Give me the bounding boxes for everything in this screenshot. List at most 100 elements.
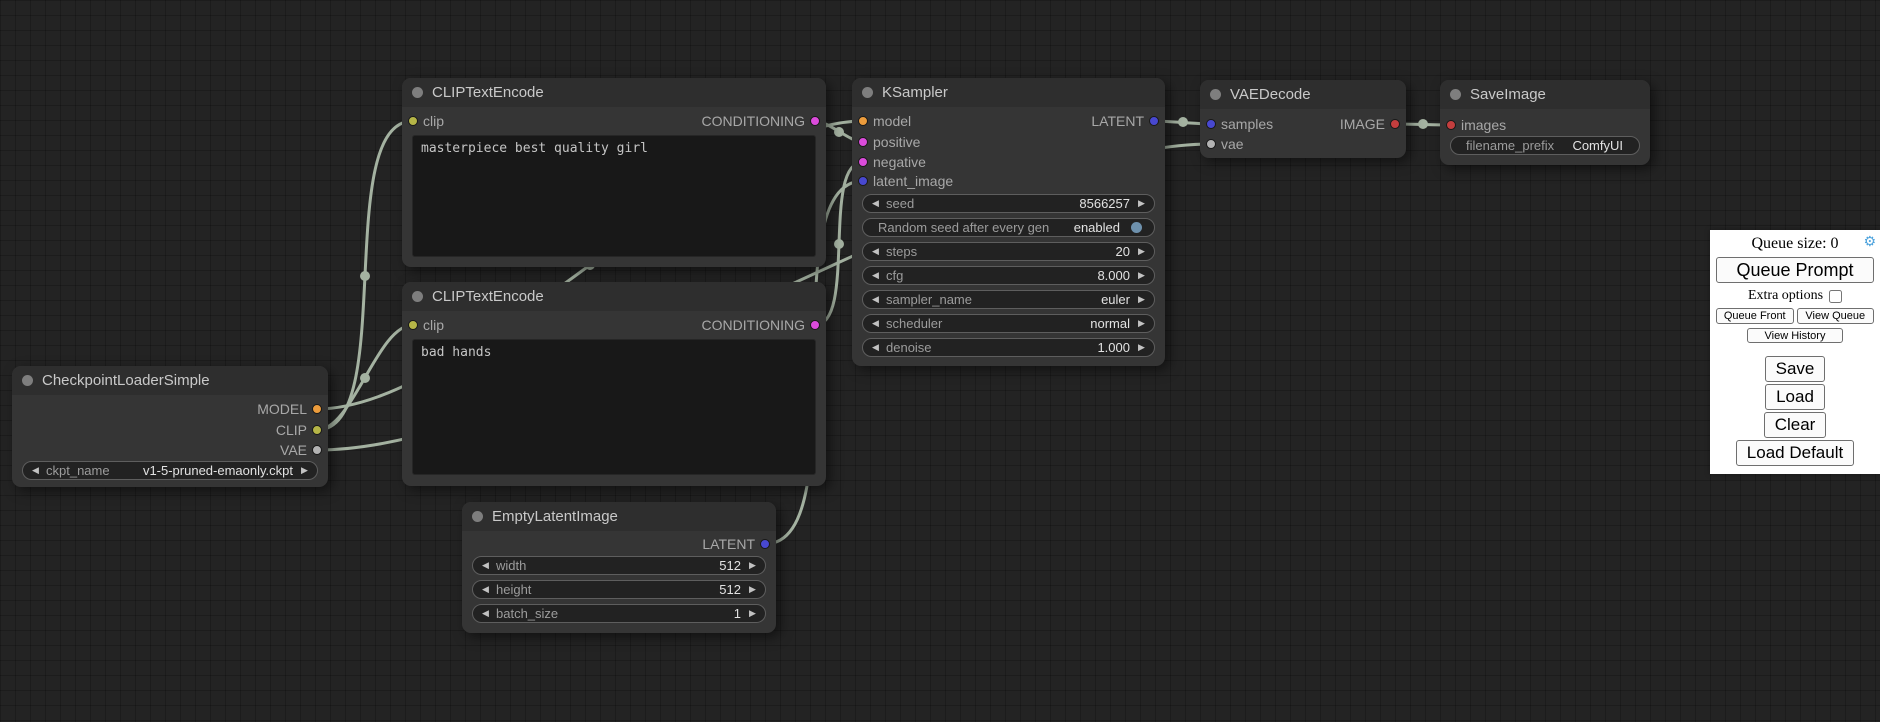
node-empty-latent-image[interactable]: EmptyLatentImage LATENT ◀ width 512 ▶ ◀ … (462, 502, 776, 633)
slot-label: LATENT (702, 536, 755, 552)
increment-arrow-icon[interactable]: ▶ (745, 608, 760, 619)
width-widget[interactable]: ◀ width 512 ▶ (472, 556, 766, 575)
model-input-dot[interactable] (858, 116, 868, 126)
widget-label: scheduler (883, 316, 942, 331)
node-title-bar[interactable]: CLIPTextEncode (402, 282, 826, 311)
node-title-bar[interactable]: SaveImage (1440, 80, 1650, 109)
slot-label: VAE (280, 442, 307, 458)
increment-arrow-icon[interactable]: ▶ (1134, 198, 1149, 209)
queue-front-button[interactable]: Queue Front (1716, 308, 1794, 324)
link-midpoint-dot (834, 127, 844, 137)
decrement-arrow-icon[interactable]: ◀ (868, 246, 883, 257)
increment-arrow-icon[interactable]: ▶ (1134, 294, 1149, 305)
decrement-arrow-icon[interactable]: ◀ (478, 608, 493, 619)
positive-prompt-textarea[interactable]: masterpiece best quality girl (412, 135, 816, 257)
node-vae-decode[interactable]: VAEDecode samples IMAGE vae (1200, 80, 1406, 158)
vae-output-dot[interactable] (312, 445, 322, 455)
load-button[interactable]: Load (1765, 384, 1825, 410)
batch-size-widget[interactable]: ◀ batch_size 1 ▶ (472, 604, 766, 623)
clip-input-dot[interactable] (408, 320, 418, 330)
widget-label: batch_size (493, 606, 558, 621)
increment-arrow-icon[interactable]: ▶ (745, 560, 760, 571)
sampler-name-widget[interactable]: ◀ sampler_name euler ▶ (862, 290, 1155, 309)
collapse-dot-icon[interactable] (412, 87, 423, 98)
input-slot-positive: positive (852, 133, 920, 151)
queue-prompt-button[interactable]: Queue Prompt (1716, 257, 1874, 283)
view-queue-button[interactable]: View Queue (1797, 308, 1875, 324)
decrement-arrow-icon[interactable]: ◀ (868, 270, 883, 281)
load-default-button[interactable]: Load Default (1736, 440, 1854, 466)
height-widget[interactable]: ◀ height 512 ▶ (472, 580, 766, 599)
latent-output-dot[interactable] (1149, 116, 1159, 126)
widget-label: height (493, 582, 531, 597)
increment-arrow-icon[interactable]: ▶ (1134, 246, 1149, 257)
steps-widget[interactable]: ◀ steps 20 ▶ (862, 242, 1155, 261)
decrement-arrow-icon[interactable]: ◀ (868, 342, 883, 353)
widget-value: enabled (1049, 220, 1124, 235)
model-output-dot[interactable] (312, 404, 322, 414)
increment-arrow-icon[interactable]: ▶ (1134, 318, 1149, 329)
view-history-button[interactable]: View History (1747, 328, 1843, 343)
widget-value: ComfyUI (1554, 138, 1627, 153)
output-slot-model: MODEL (257, 400, 328, 418)
seed-widget[interactable]: ◀ seed 8566257 ▶ (862, 194, 1155, 213)
node-title: CLIPTextEncode (432, 84, 544, 101)
negative-prompt-textarea[interactable]: bad hands (412, 339, 816, 475)
node-title-bar[interactable]: CheckpointLoaderSimple (12, 366, 328, 395)
node-title-bar[interactable]: CLIPTextEncode (402, 78, 826, 107)
slot-label: CONDITIONING (702, 317, 805, 333)
clip-output-dot[interactable] (312, 425, 322, 435)
increment-arrow-icon[interactable]: ▶ (745, 584, 760, 595)
scheduler-widget[interactable]: ◀ scheduler normal ▶ (862, 314, 1155, 333)
node-title: KSampler (882, 84, 948, 101)
increment-arrow-icon[interactable]: ▶ (297, 465, 312, 476)
increment-arrow-icon[interactable]: ▶ (1134, 342, 1149, 353)
samples-input-dot[interactable] (1206, 119, 1216, 129)
random-seed-toggle-widget[interactable]: Random seed after every gen enabled (862, 218, 1155, 237)
graph-canvas[interactable]: CheckpointLoaderSimple MODEL CLIP VAE ◀ … (0, 0, 1880, 722)
node-title-bar[interactable]: KSampler (852, 78, 1165, 107)
save-button[interactable]: Save (1765, 356, 1826, 382)
collapse-dot-icon[interactable] (472, 511, 483, 522)
decrement-arrow-icon[interactable]: ◀ (478, 584, 493, 595)
collapse-dot-icon[interactable] (22, 375, 33, 386)
decrement-arrow-icon[interactable]: ◀ (28, 465, 43, 476)
collapse-dot-icon[interactable] (1210, 89, 1221, 100)
image-output-dot[interactable] (1390, 119, 1400, 129)
extra-options-checkbox[interactable] (1829, 290, 1842, 303)
vae-input-dot[interactable] (1206, 139, 1216, 149)
ckpt-name-widget[interactable]: ◀ ckpt_name v1-5-pruned-emaonly.ckpt ▶ (22, 461, 318, 480)
conditioning-output-dot[interactable] (810, 116, 820, 126)
latent-image-input-dot[interactable] (858, 176, 868, 186)
decrement-arrow-icon[interactable]: ◀ (478, 560, 493, 571)
decrement-arrow-icon[interactable]: ◀ (868, 198, 883, 209)
decrement-arrow-icon[interactable]: ◀ (868, 318, 883, 329)
latent-output-dot[interactable] (760, 539, 770, 549)
collapse-dot-icon[interactable] (412, 291, 423, 302)
filename-prefix-widget[interactable]: filename_prefix ComfyUI (1450, 136, 1640, 155)
node-clip-text-encode-negative[interactable]: CLIPTextEncode clip CONDITIONING bad han… (402, 282, 826, 486)
decrement-arrow-icon[interactable]: ◀ (868, 294, 883, 305)
cfg-widget[interactable]: ◀ cfg 8.000 ▶ (862, 266, 1155, 285)
node-clip-text-encode-positive[interactable]: CLIPTextEncode clip CONDITIONING masterp… (402, 78, 826, 267)
node-title-bar[interactable]: EmptyLatentImage (462, 502, 776, 531)
node-checkpoint-loader[interactable]: CheckpointLoaderSimple MODEL CLIP VAE ◀ … (12, 366, 328, 487)
widget-value: 512 (531, 582, 745, 597)
positive-input-dot[interactable] (858, 137, 868, 147)
link-midpoint-dot (360, 373, 370, 383)
collapse-dot-icon[interactable] (1450, 89, 1461, 100)
widget-value: normal (942, 316, 1134, 331)
node-ksampler[interactable]: KSampler model LATENT positive negative … (852, 78, 1165, 366)
conditioning-output-dot[interactable] (810, 320, 820, 330)
denoise-widget[interactable]: ◀ denoise 1.000 ▶ (862, 338, 1155, 357)
node-title-bar[interactable]: VAEDecode (1200, 80, 1406, 109)
toggle-on-dot[interactable] (1131, 222, 1142, 233)
images-input-dot[interactable] (1446, 120, 1456, 130)
node-save-image[interactable]: SaveImage images filename_prefix ComfyUI (1440, 80, 1650, 165)
clip-input-dot[interactable] (408, 116, 418, 126)
clear-button[interactable]: Clear (1764, 412, 1827, 438)
negative-input-dot[interactable] (858, 157, 868, 167)
settings-gear-icon[interactable]: ⚙ (1863, 234, 1876, 250)
collapse-dot-icon[interactable] (862, 87, 873, 98)
increment-arrow-icon[interactable]: ▶ (1134, 270, 1149, 281)
